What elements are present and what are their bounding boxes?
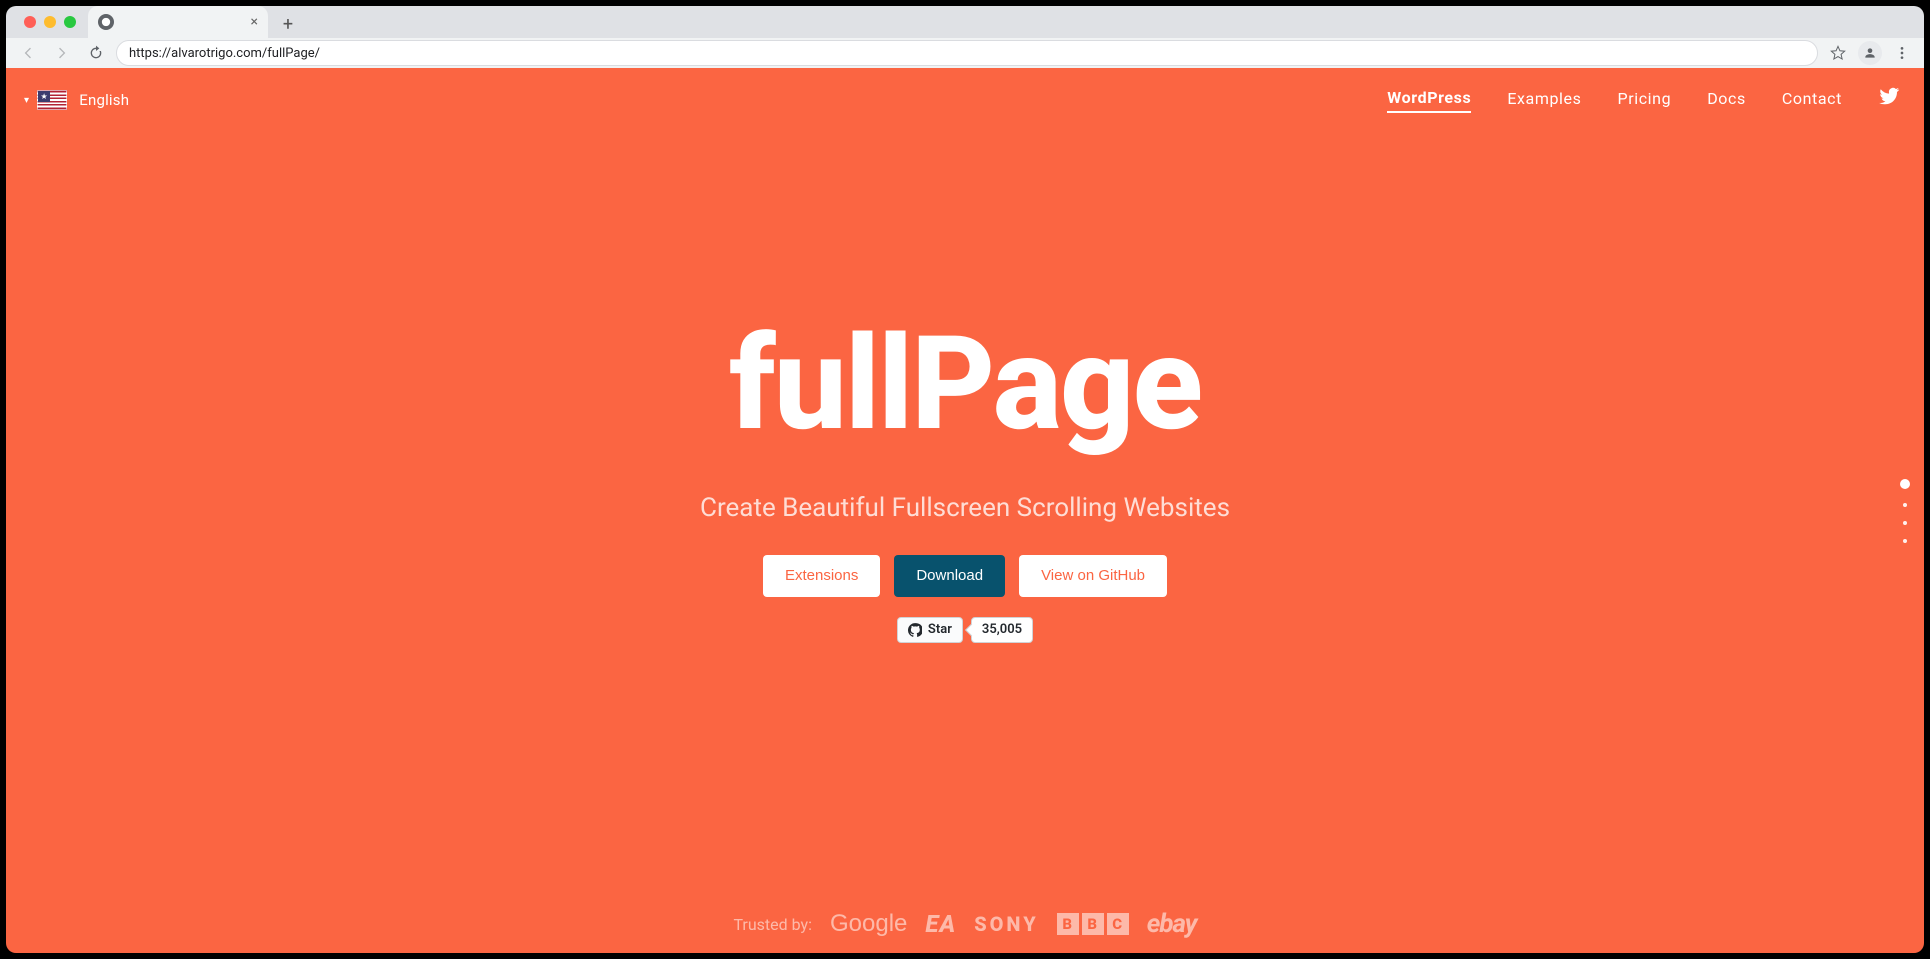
device-frame: × + https://alvarotrigo.com/fullPage/ bbox=[0, 0, 1930, 959]
profile-button[interactable] bbox=[1856, 39, 1884, 67]
window-controls bbox=[16, 6, 84, 38]
github-star-label: Star bbox=[928, 622, 952, 637]
address-bar[interactable]: https://alvarotrigo.com/fullPage/ bbox=[116, 40, 1818, 66]
extensions-button[interactable]: Extensions bbox=[763, 555, 880, 597]
bookmark-star-icon[interactable] bbox=[1824, 39, 1852, 67]
hero-section: fullPage Create Beautiful Fullscreen Scr… bbox=[6, 68, 1924, 953]
bbc-letter: C bbox=[1107, 913, 1129, 935]
section-dot-4[interactable] bbox=[1903, 539, 1907, 543]
brand-ea: EA bbox=[925, 910, 956, 938]
section-dot-1[interactable] bbox=[1900, 479, 1910, 489]
new-tab-button[interactable]: + bbox=[274, 10, 302, 38]
reload-button[interactable] bbox=[82, 39, 110, 67]
browser-tab[interactable]: × bbox=[88, 6, 268, 38]
github-star-count-value: 35,005 bbox=[982, 622, 1022, 637]
hero-subtitle: Create Beautiful Fullscreen Scrolling We… bbox=[700, 493, 1230, 523]
toolbar-right bbox=[1824, 39, 1916, 67]
view-on-github-button[interactable]: View on GitHub bbox=[1019, 555, 1167, 597]
brand-google: Google bbox=[830, 910, 907, 938]
trusted-by-row: Trusted by: Google EA SONY B B C ebay bbox=[6, 909, 1924, 939]
github-star-count[interactable]: 35,005 bbox=[971, 617, 1033, 643]
github-star-button[interactable]: Star bbox=[897, 617, 963, 643]
github-icon bbox=[908, 623, 922, 637]
brand-bbc: B B C bbox=[1057, 913, 1129, 935]
bbc-letter: B bbox=[1082, 913, 1104, 935]
section-dot-2[interactable] bbox=[1903, 503, 1907, 507]
browser-toolbar: https://alvarotrigo.com/fullPage/ bbox=[6, 38, 1924, 68]
hero-title: fullPage bbox=[729, 319, 1201, 449]
cta-row: Extensions Download View on GitHub bbox=[763, 555, 1167, 597]
tab-strip: × + bbox=[6, 6, 1924, 38]
github-star-widget: Star 35,005 bbox=[897, 617, 1033, 643]
brand-ebay: ebay bbox=[1147, 909, 1197, 939]
browser-chrome: × + https://alvarotrigo.com/fullPage/ bbox=[6, 6, 1924, 68]
download-button[interactable]: Download bbox=[894, 555, 1005, 597]
browser-menu-button[interactable] bbox=[1888, 39, 1916, 67]
window-minimize-button[interactable] bbox=[44, 16, 56, 28]
brand-sony: SONY bbox=[974, 912, 1039, 936]
section-dot-3[interactable] bbox=[1903, 521, 1907, 525]
back-button[interactable] bbox=[14, 39, 42, 67]
tab-favicon bbox=[98, 14, 114, 30]
window-close-button[interactable] bbox=[24, 16, 36, 28]
tab-close-button[interactable]: × bbox=[251, 15, 258, 29]
bbc-letter: B bbox=[1057, 913, 1079, 935]
address-bar-url: https://alvarotrigo.com/fullPage/ bbox=[129, 46, 320, 61]
forward-button[interactable] bbox=[48, 39, 76, 67]
window-maximize-button[interactable] bbox=[64, 16, 76, 28]
section-nav-dots bbox=[1900, 479, 1910, 543]
trusted-label: Trusted by: bbox=[733, 915, 812, 934]
page-viewport: ▾ English WordPress Examples Pricing Doc… bbox=[6, 68, 1924, 953]
